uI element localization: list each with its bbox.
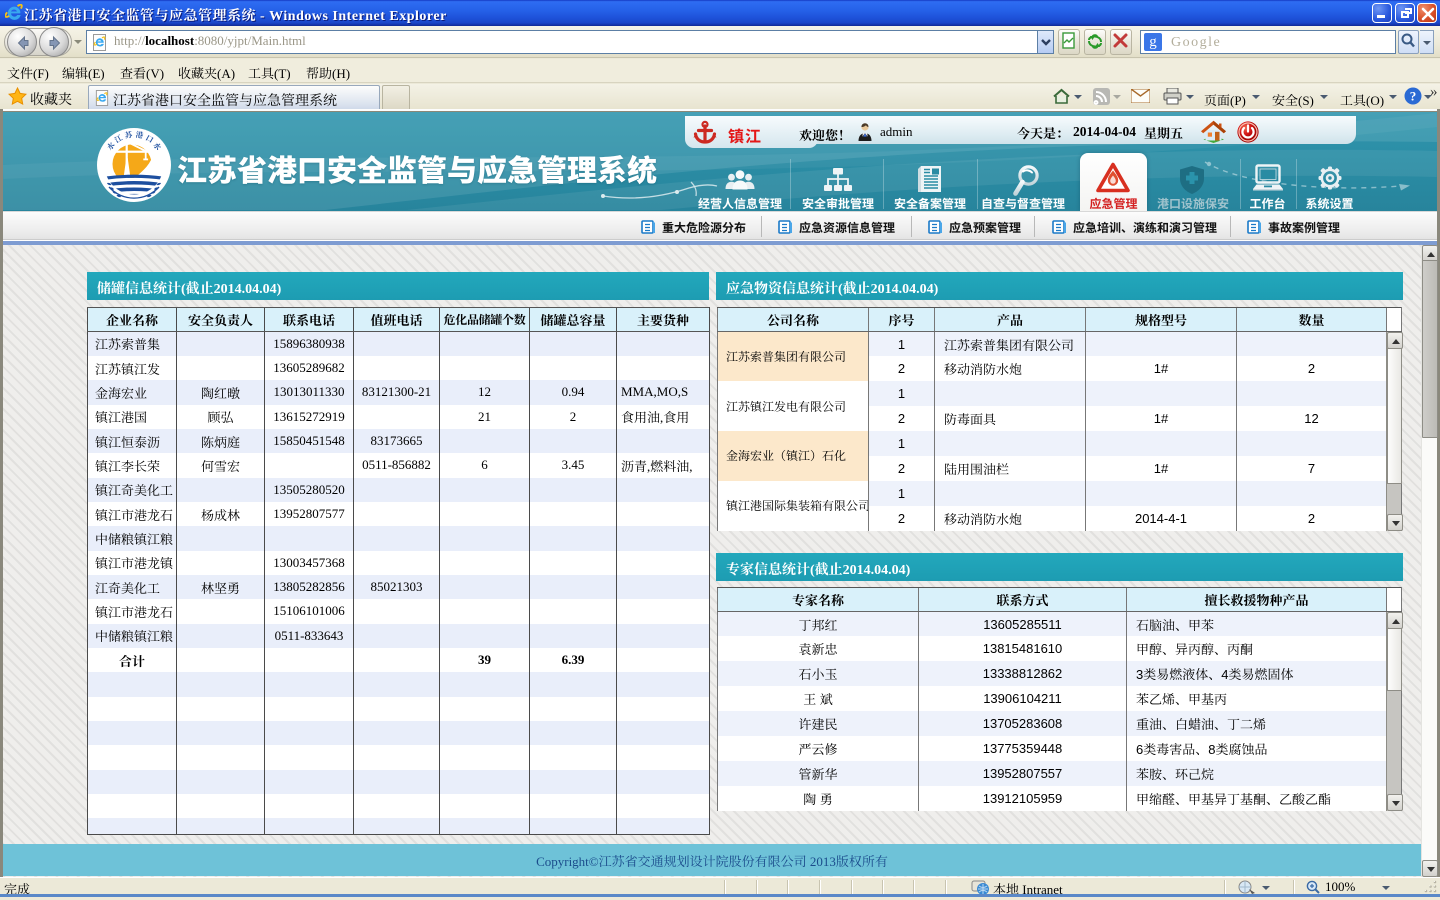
svg-text:?: ? bbox=[1410, 89, 1417, 104]
